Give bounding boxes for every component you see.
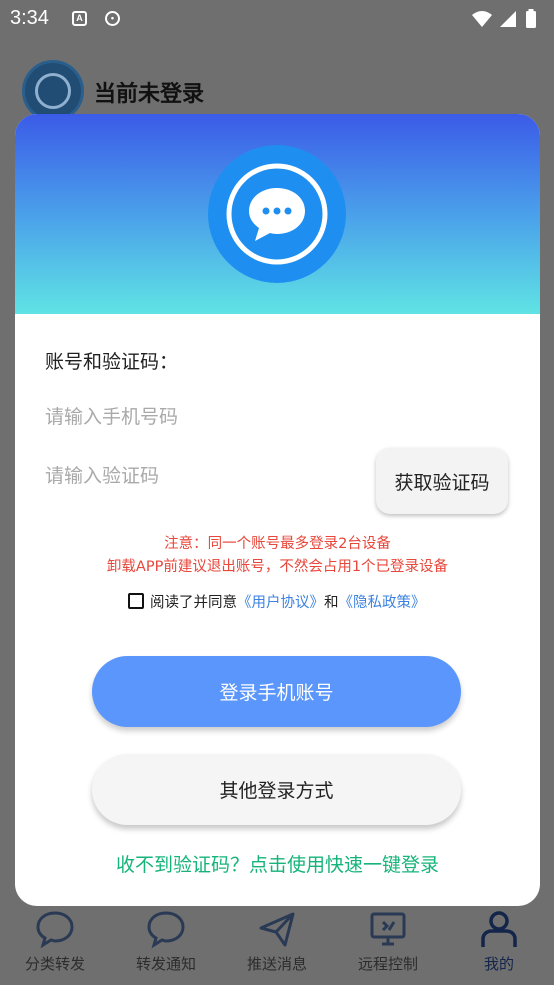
chat-bubble-icon: • — [105, 11, 120, 26]
nav-label: 推送消息 — [246, 955, 307, 973]
login-dialog: 账号和验证码： 获取验证码 注意：同一个账号最多登录2台设备 卸载APP前建议退… — [15, 114, 540, 906]
app-logo — [208, 145, 346, 283]
verification-code-input[interactable] — [45, 459, 365, 493]
other-login-button[interactable]: 其他登录方式 — [92, 754, 461, 825]
user-agreement-link[interactable]: 《用户协议》 — [237, 595, 324, 611]
agreement-checkbox[interactable] — [128, 593, 144, 609]
nav-item-forward-notice[interactable]: 转发通知 — [111, 905, 221, 985]
login-phone-button[interactable]: 登录手机账号 — [92, 656, 461, 727]
avatar-chat-icon — [35, 73, 71, 109]
privacy-policy-link[interactable]: 《隐私政策》 — [339, 595, 426, 611]
notice-line-1: 注意：同一个账号最多登录2台设备 — [164, 536, 391, 552]
login-status-title: 当前未登录 — [94, 82, 205, 107]
status-bar: 3:34 A • — [0, 0, 554, 38]
dialog-header — [15, 114, 540, 314]
chat-logo-icon — [226, 163, 328, 265]
nav-item-mine[interactable]: 我的 — [444, 905, 554, 985]
bottom-nav: 分类转发 转发通知 推送消息 远程控制 我的 — [0, 905, 554, 985]
wifi-icon — [472, 11, 492, 27]
monitor-icon — [370, 912, 406, 946]
status-time: 3:34 — [10, 7, 49, 29]
phone-input[interactable] — [45, 400, 505, 434]
section-label: 账号和验证码： — [45, 351, 179, 373]
send-icon — [259, 912, 295, 947]
battery-icon — [526, 11, 536, 28]
nav-label: 我的 — [483, 955, 514, 973]
system-icons — [472, 9, 536, 28]
nav-item-category-forward[interactable]: 分类转发 — [0, 905, 110, 985]
quick-login-link[interactable]: 收不到验证码？点击使用快速一键登录 — [15, 850, 540, 877]
nav-label: 远程控制 — [357, 955, 418, 973]
agreement-text: 阅读了并同意《用户协议》和《隐私政策》 — [150, 591, 426, 612]
avatar[interactable] — [22, 60, 84, 122]
signal-icon — [500, 11, 516, 27]
text-a-icon: A — [72, 11, 87, 26]
chat-icon — [36, 911, 74, 949]
nav-label: 分类转发 — [24, 955, 85, 973]
get-code-button[interactable]: 获取验证码 — [376, 448, 508, 514]
chat-icon — [147, 911, 185, 949]
nav-item-remote-control[interactable]: 远程控制 — [333, 905, 443, 985]
agreement-and: 和 — [324, 595, 339, 611]
notice-line-2: 卸载APP前建议退出账号，不然会占用1个已登录设备 — [106, 559, 449, 575]
agreement-prefix: 阅读了并同意 — [150, 595, 237, 611]
nav-item-push-message[interactable]: 推送消息 — [222, 905, 332, 985]
nav-label: 转发通知 — [135, 955, 196, 973]
person-icon — [481, 911, 517, 947]
